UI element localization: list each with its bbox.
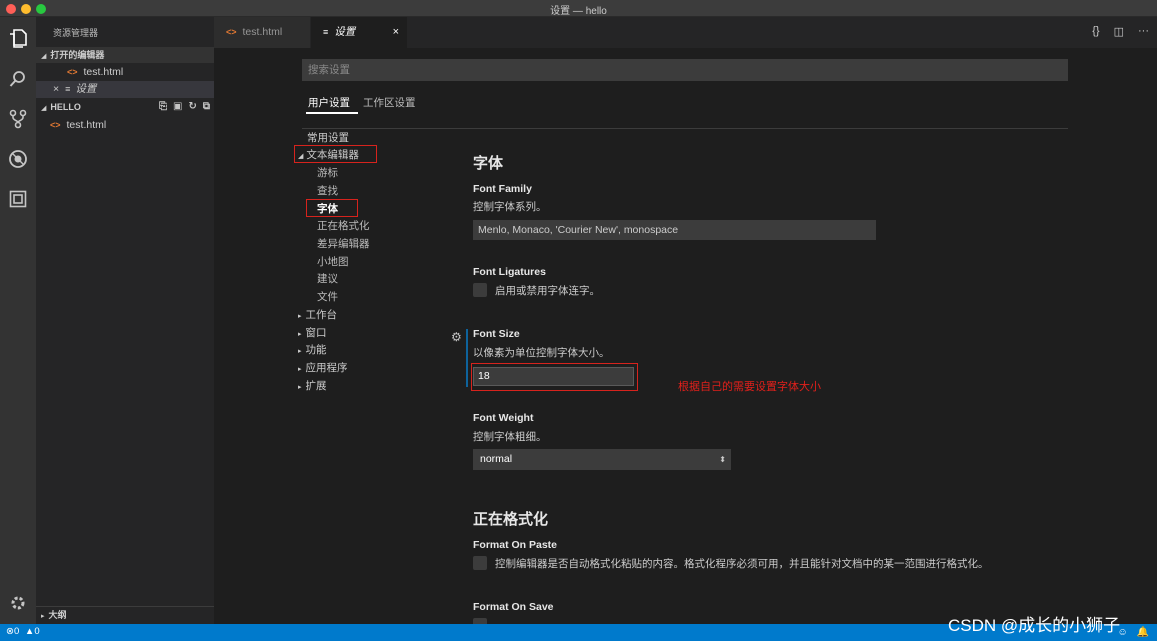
explorer-sidebar: 资源管理器 ◢ 打开的编辑器 <> test.html × ≡ 设置 ◢ HELLO ⎘ … <box>36 17 214 624</box>
expand-triangle-icon: ▸ <box>298 384 302 391</box>
font-weight-desc: 控制字体粗细。 <box>473 431 547 443</box>
title-bar: 设置 — hello <box>0 0 1157 17</box>
open-editor-item-test-html[interactable]: <> test.html <box>36 64 214 81</box>
setting-gear-icon[interactable]: ⚙ <box>451 330 462 344</box>
split-editor-icon[interactable]: ◫ <box>1114 25 1124 38</box>
font-ligatures-checkbox[interactable] <box>473 283 487 297</box>
toc-extensions[interactable]: ▸ 扩展 <box>298 378 327 393</box>
error-icon: ⊗ <box>6 626 14 637</box>
font-size-desc: 以像素为单位控制字体大小。 <box>473 347 610 359</box>
problems-indicator[interactable]: ⊗0 ▲0 <box>6 626 40 637</box>
toc-features[interactable]: ▸ 功能 <box>298 342 327 357</box>
font-family-title: Font Family <box>473 183 532 195</box>
refresh-icon[interactable]: ↻ <box>188 99 196 115</box>
collapse-triangle-icon: ◢ <box>41 105 47 112</box>
toc-find[interactable]: 查找 <box>317 183 338 198</box>
open-editors-header[interactable]: ◢ 打开的编辑器 <box>36 47 214 63</box>
html-icon: <> <box>67 67 78 77</box>
expand-triangle-icon: ▸ <box>41 613 45 620</box>
explorer-icon[interactable] <box>6 27 30 51</box>
activity-bar <box>0 17 36 624</box>
annotation-text: 根据自己的需要设置字体大小 <box>678 381 821 393</box>
tab-user-settings[interactable]: 用户设置 <box>308 95 350 110</box>
collapse-all-icon[interactable]: ⧉ <box>203 99 210 115</box>
editor-actions: {} ◫ ··· <box>1092 25 1149 38</box>
toc-window[interactable]: ▸ 窗口 <box>298 325 327 340</box>
section-title-formatting: 正在格式化 <box>473 511 549 528</box>
close-icon[interactable]: × <box>53 83 59 95</box>
font-family-input[interactable]: Menlo, Monaco, 'Courier New', monospace <box>473 220 876 240</box>
new-folder-icon[interactable]: ▣ <box>173 99 182 115</box>
sidebar-title: 资源管理器 <box>53 28 99 38</box>
font-weight-select[interactable]: normal ⬍ <box>473 449 731 470</box>
tab-settings[interactable]: ≡ 设置 × <box>311 17 407 48</box>
highlight-box-font-size <box>471 363 638 391</box>
font-ligatures-title: Font Ligatures <box>473 266 546 278</box>
toc-files[interactable]: 文件 <box>317 289 338 304</box>
highlight-box-font <box>306 199 358 217</box>
divider <box>302 128 1068 129</box>
font-family-desc: 控制字体系列。 <box>473 201 547 213</box>
folder-actions: ⎘ ▣ ↻ ⧉ <box>159 99 210 115</box>
toc-minimap[interactable]: 小地图 <box>317 254 349 269</box>
collapse-triangle-icon: ◢ <box>41 53 47 60</box>
html-icon: <> <box>226 27 237 37</box>
manage-gear-icon[interactable] <box>6 591 30 615</box>
debug-icon[interactable] <box>6 147 30 171</box>
section-title-font: 字体 <box>473 155 504 172</box>
search-icon[interactable] <box>6 67 30 91</box>
toc-application[interactable]: ▸ 应用程序 <box>298 360 348 375</box>
font-weight-title: Font Weight <box>473 412 534 424</box>
expand-triangle-icon: ▸ <box>298 331 302 338</box>
settings-file-icon: ≡ <box>65 84 71 94</box>
settings-file-icon: ≡ <box>323 27 329 37</box>
more-actions-icon[interactable]: ··· <box>1138 25 1149 38</box>
font-size-title: Font Size <box>473 328 520 340</box>
toc-workbench[interactable]: ▸ 工作台 <box>298 307 337 322</box>
bell-icon[interactable]: 🔔 <box>1137 627 1149 638</box>
status-right-icons: ☺ 🔔 <box>1118 627 1149 638</box>
folder-header-hello[interactable]: ◢ HELLO ⎘ ▣ ↻ ⧉ <box>36 99 214 115</box>
tab-test-html[interactable]: <> test.html <box>214 17 310 48</box>
tab-workspace-settings[interactable]: 工作区设置 <box>363 95 416 110</box>
open-editor-item-settings[interactable]: × ≡ 设置 <box>36 81 214 98</box>
settings-search-input[interactable]: 搜索设置 <box>302 59 1068 81</box>
tab-close-icon[interactable]: × <box>393 17 399 48</box>
window-title: 设置 — hello <box>550 6 607 17</box>
expand-triangle-icon: ▸ <box>298 313 302 320</box>
expand-triangle-icon: ▸ <box>298 366 302 373</box>
settings-editor: 搜索设置 用户设置 工作区设置 常用设置 ◢ 文本编辑器 游标 查找 字体 正在格… <box>214 48 1157 624</box>
extensions-icon[interactable] <box>6 187 30 211</box>
select-arrow-icon: ⬍ <box>719 455 726 464</box>
toc-diff-editor[interactable]: 差异编辑器 <box>317 236 370 251</box>
format-on-paste-checkbox[interactable] <box>473 556 487 570</box>
new-file-icon[interactable]: ⎘ <box>159 99 167 115</box>
format-on-paste-title: Format On Paste <box>473 539 558 551</box>
warning-icon: ▲ <box>24 626 35 637</box>
watermark: CSDN @成长的小狮子 <box>948 616 1121 635</box>
active-tab-underline <box>306 112 358 114</box>
font-ligatures-label: 启用或禁用字体连字。 <box>495 285 600 297</box>
open-settings-json-icon[interactable]: {} <box>1092 25 1099 38</box>
source-control-icon[interactable] <box>6 107 30 131</box>
highlight-box-text-editor <box>294 145 377 163</box>
html-icon: <> <box>50 120 61 130</box>
toc-cursor[interactable]: 游标 <box>317 165 338 180</box>
folder-file-test-html[interactable]: <> test.html <box>36 117 214 134</box>
format-on-save-title: Format On Save <box>473 601 554 613</box>
outline-header[interactable]: ▸ 大纲 <box>36 606 214 622</box>
format-on-paste-label: 控制编辑器是否自动格式化粘贴的内容。格式化程序必须可用，并且能针对文档中的某一范… <box>495 558 989 570</box>
expand-triangle-icon: ▸ <box>298 348 302 355</box>
editor-tabs: <> test.html ≡ 设置 × {} ◫ ··· <box>214 17 1157 48</box>
toc-formatting[interactable]: 正在格式化 <box>317 218 370 233</box>
toc-suggestions[interactable]: 建议 <box>317 271 338 286</box>
modified-indicator <box>466 329 468 387</box>
toc-common[interactable]: 常用设置 <box>307 130 349 145</box>
